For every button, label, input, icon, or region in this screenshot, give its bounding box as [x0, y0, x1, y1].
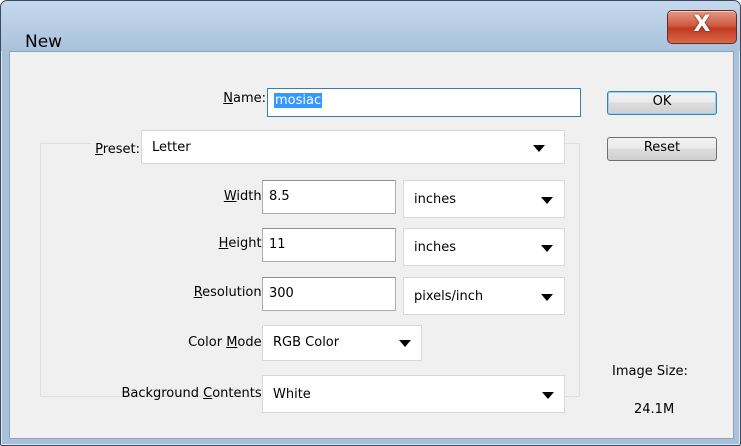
height-unit-value: inches — [414, 240, 457, 255]
chevron-down-icon — [541, 245, 553, 252]
width-unit-dropdown[interactable]: inches — [403, 180, 565, 218]
width-input[interactable]: 8.5 — [262, 180, 396, 214]
ok-button[interactable]: OK — [607, 91, 717, 115]
resolution-unit-dropdown[interactable]: pixels/inch — [403, 277, 565, 315]
preset-label: Preset: — [91, 142, 144, 157]
name-input[interactable]: mosiac — [267, 88, 581, 117]
name-input-value: mosiac — [274, 93, 323, 108]
chevron-down-icon — [541, 197, 553, 204]
preset-dropdown[interactable]: Letter — [141, 130, 565, 164]
close-button[interactable]: X — [667, 10, 737, 44]
background-contents-dropdown[interactable]: White — [262, 375, 565, 413]
width-input-value: 8.5 — [269, 189, 290, 204]
image-size-label: Image Size: — [612, 364, 688, 379]
color-mode-value: RGB Color — [273, 335, 340, 350]
width-unit-value: inches — [414, 192, 457, 207]
resolution-input[interactable]: 300 — [262, 277, 396, 311]
background-contents-value: White — [273, 387, 311, 402]
background-contents-label: Background Contents: — [121, 386, 266, 401]
title-bar: New X — [1, 1, 740, 52]
height-label: Height: — [218, 236, 266, 251]
height-input[interactable]: 11 — [262, 228, 396, 262]
dialog-body: Name: mosiac Preset: Letter Width: 8.5 i… — [9, 51, 734, 439]
color-mode-label: Color Mode: — [188, 335, 266, 350]
preset-value: Letter — [152, 140, 191, 155]
chevron-down-icon — [541, 294, 553, 301]
dialog-title: New — [25, 32, 63, 52]
chevron-down-icon — [542, 392, 554, 399]
resolution-unit-value: pixels/inch — [414, 289, 484, 304]
reset-button[interactable]: Reset — [607, 137, 717, 161]
resolution-label: Resolution: — [193, 285, 266, 300]
chevron-down-icon — [399, 340, 411, 347]
resolution-input-value: 300 — [269, 286, 294, 301]
close-icon: X — [693, 12, 711, 37]
height-input-value: 11 — [269, 237, 286, 252]
width-label: Width: — [223, 189, 266, 204]
height-unit-dropdown[interactable]: inches — [403, 228, 565, 266]
new-document-dialog: New X Name: mosiac Preset: Letter Width:… — [0, 0, 741, 446]
image-size-value: 24.1M — [634, 402, 675, 417]
color-mode-dropdown[interactable]: RGB Color — [262, 325, 422, 361]
chevron-down-icon — [533, 145, 545, 152]
name-label: Name: — [223, 91, 266, 106]
